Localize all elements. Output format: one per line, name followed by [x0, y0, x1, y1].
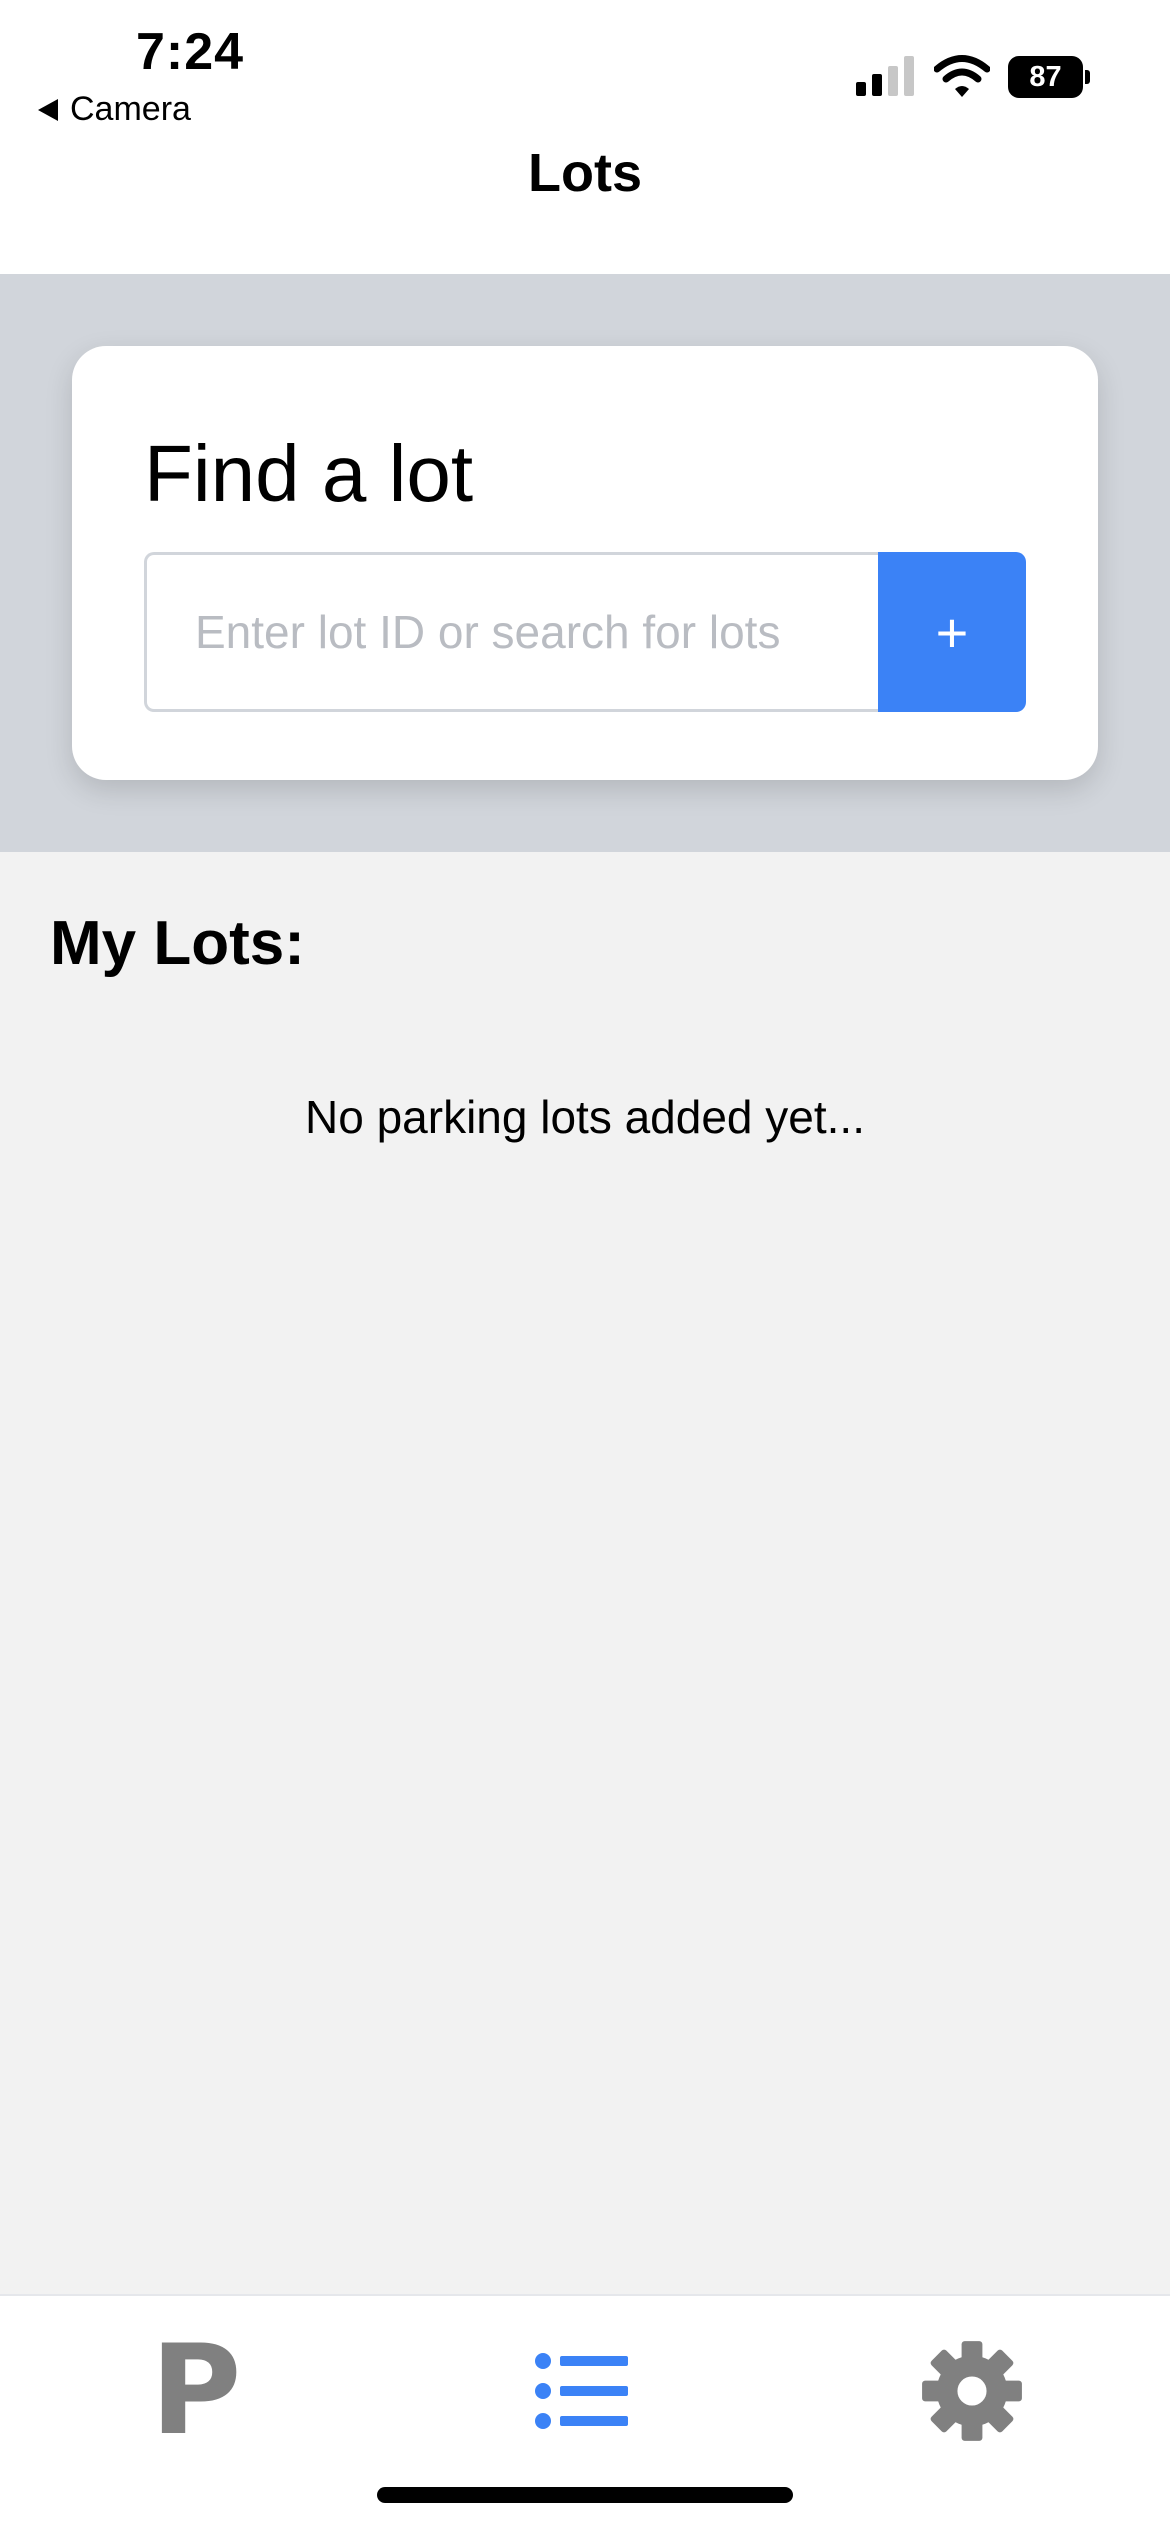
gear-icon: [922, 2341, 1022, 2441]
parking-icon: P: [150, 2319, 242, 2463]
status-bar: 7:24 Camera 87: [0, 0, 1170, 140]
back-to-camera-link[interactable]: Camera: [38, 90, 191, 129]
cellular-signal-icon: [856, 56, 914, 96]
page-title: Lots: [528, 143, 642, 203]
status-time: 7:24: [136, 23, 245, 81]
my-lots-heading: My Lots:: [50, 909, 305, 978]
nav-header: Lots: [0, 140, 1170, 274]
battery-level: 87: [1008, 56, 1084, 98]
lot-search-input[interactable]: [144, 552, 878, 712]
back-arrow-icon: [38, 98, 58, 121]
tab-lots[interactable]: [472, 2316, 692, 2466]
back-link-label: Camera: [70, 90, 191, 128]
search-row: +: [144, 552, 1026, 712]
lots-screen: 7:24 Camera 87 Lots Find a lot +: [0, 0, 1170, 2532]
find-lot-card: Find a lot +: [72, 346, 1098, 780]
empty-lots-message: No parking lots added yet...: [305, 1091, 865, 1143]
find-lot-title: Find a lot: [144, 429, 474, 518]
find-lot-section: Find a lot +: [0, 274, 1170, 852]
battery-tip: [1085, 70, 1090, 84]
list-icon: [535, 2353, 628, 2429]
home-indicator: [377, 2487, 793, 2503]
tab-parking[interactable]: P: [86, 2316, 306, 2466]
wifi-icon: [934, 55, 990, 97]
tab-settings[interactable]: [862, 2316, 1082, 2466]
add-lot-button[interactable]: +: [878, 552, 1026, 712]
battery-indicator: 87: [1008, 56, 1090, 98]
